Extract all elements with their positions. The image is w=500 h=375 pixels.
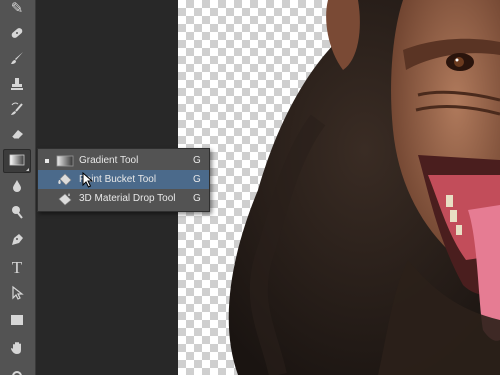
current-tool-bullet <box>45 158 49 163</box>
type-tool[interactable]: T <box>3 255 31 279</box>
type-icon: T <box>11 257 23 277</box>
brush-icon <box>9 50 25 69</box>
hand-icon <box>9 340 25 359</box>
dodge-icon <box>9 204 25 223</box>
tools-panel: ✎ T <box>0 0 36 375</box>
menu-item-paint-bucket-tool[interactable]: Paint Bucket Tool G <box>38 170 209 189</box>
brush-tool[interactable] <box>3 47 31 71</box>
menu-item-3d-material-drop-tool[interactable]: 3D Material Drop Tool G <box>38 189 209 208</box>
3d-material-drop-icon <box>56 192 74 206</box>
zoom-icon <box>9 368 25 375</box>
mouse-cursor-icon <box>82 172 94 188</box>
history-brush-tool[interactable] <box>3 98 31 122</box>
healing-brush-icon <box>9 25 25 44</box>
menu-item-shortcut: G <box>193 174 201 185</box>
blur-tool[interactable] <box>3 175 31 199</box>
gradient-tool[interactable] <box>3 149 31 173</box>
hand-tool[interactable] <box>3 337 31 361</box>
rectangle-icon <box>9 313 25 330</box>
gradient-tool-flyout-menu: Gradient Tool G Paint Bucket Tool G 3D M… <box>37 148 210 212</box>
rectangle-tool[interactable] <box>3 309 31 333</box>
pen-tool[interactable] <box>3 229 31 253</box>
submenu-indicator <box>26 168 29 171</box>
zoom-tool[interactable] <box>3 363 31 375</box>
healing-brush-tool[interactable] <box>3 22 31 46</box>
history-brush-icon <box>9 101 25 120</box>
clone-stamp-tool[interactable] <box>3 73 31 97</box>
clone-stamp-icon <box>9 76 25 95</box>
menu-item-label: Gradient Tool <box>79 155 139 166</box>
eraser-icon <box>9 126 25 145</box>
menu-item-shortcut: G <box>193 193 201 204</box>
blur-icon <box>9 178 25 197</box>
document-canvas[interactable] <box>178 0 500 375</box>
eyedropper-icon: ✎ <box>10 0 24 17</box>
chimpanzee-image <box>228 0 500 375</box>
eraser-tool[interactable] <box>3 123 31 147</box>
gradient-icon <box>56 154 74 168</box>
dodge-tool[interactable] <box>3 201 31 225</box>
path-selection-tool[interactable] <box>3 282 31 306</box>
path-selection-icon <box>9 285 25 304</box>
eyedropper-tool[interactable]: ✎ <box>3 0 31 20</box>
menu-item-label: 3D Material Drop Tool <box>79 193 176 204</box>
paint-bucket-icon <box>56 173 74 187</box>
gradient-tool-icon <box>9 153 25 170</box>
pen-icon <box>9 232 25 251</box>
menu-item-gradient-tool[interactable]: Gradient Tool G <box>38 151 209 170</box>
menu-item-shortcut: G <box>193 155 201 166</box>
